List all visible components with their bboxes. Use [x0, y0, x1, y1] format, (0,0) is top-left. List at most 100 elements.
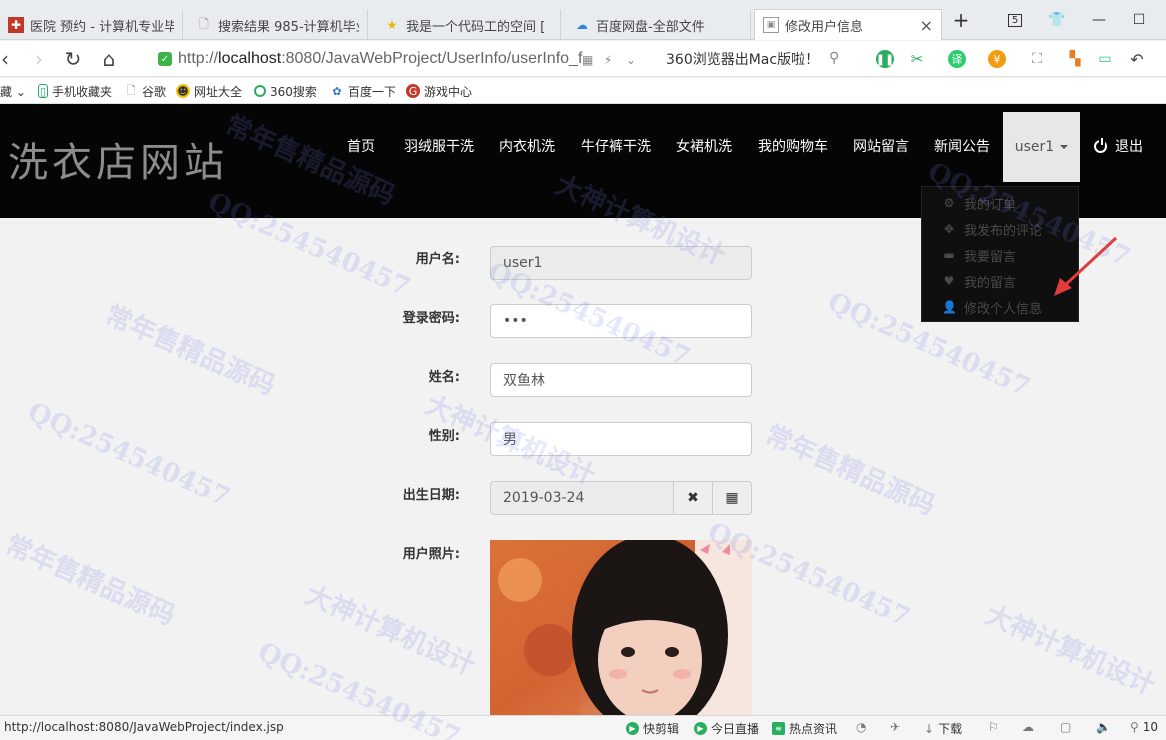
coupon-icon[interactable]: ¥ [988, 50, 1006, 68]
browser-tab-search[interactable]: 🗋 搜索结果 985-计算机毕业 [188, 10, 368, 40]
screenshot-icon[interactable]: ⛶ [1028, 50, 1046, 68]
minimize-icon[interactable]: — [1084, 8, 1114, 32]
bookmark-baidu[interactable]: ✿ 百度一下 [330, 82, 396, 100]
translate-icon[interactable]: 译 [948, 50, 966, 68]
address-bar[interactable]: ✓ http://localhost:8080/JavaWebProject/U… [150, 46, 656, 72]
name-input[interactable] [490, 363, 752, 397]
bookmark-label: 手机收藏夹 [52, 84, 113, 99]
user-menu-toggle[interactable]: user1 [1003, 112, 1080, 182]
photo-field-label: 用户照片: [402, 547, 460, 562]
hospital-favicon-icon: ✚ [8, 17, 24, 33]
home-icon[interactable]: ⌂ [96, 47, 122, 71]
browser-tab-space[interactable]: ★ 我是一个代码工的空间 [ [376, 10, 561, 40]
bookmark-mobile[interactable]: ▯ 手机收藏夹 [38, 82, 112, 100]
window-counter-button[interactable]: 5 [1000, 8, 1030, 32]
undo-close-icon[interactable]: ↶ [1128, 50, 1146, 69]
dropdown-edit-profile[interactable]: 👤 修改个人信息 [942, 297, 1042, 317]
qr-code-icon[interactable]: ▦ [582, 53, 593, 67]
birth-date-input[interactable] [490, 481, 674, 515]
promo-link[interactable]: 360浏览器出Mac版啦！ [666, 49, 819, 69]
flag-icon[interactable]: ⚐ [988, 720, 999, 734]
browser-tab-baidu-pan[interactable]: ☁ 百度网盘-全部文件 [566, 10, 751, 40]
battery-icon[interactable]: ▭ [1096, 50, 1114, 68]
bookmark-label: 游戏中心 [424, 84, 473, 99]
nav-underwear-machine-wash[interactable]: 内衣机洗 [499, 136, 555, 156]
volume-icon[interactable]: 🔈 [1096, 720, 1111, 734]
user-icon: 👤 [942, 300, 957, 314]
status-label: 今日直播 [711, 722, 760, 736]
dropdown-my-orders[interactable]: ⚙ 我的订单 [942, 193, 1016, 213]
logout-label: 退出 [1115, 139, 1143, 155]
lightning-icon[interactable]: ⚡ [604, 53, 612, 67]
download-button[interactable]: ↓ 下载 [924, 720, 962, 737]
birth-date-group: ✖ ▦ [490, 481, 752, 515]
search-icon[interactable]: ⚲ [829, 50, 839, 66]
tab-title: 修改用户信息 [785, 19, 864, 35]
bookmark-web-directory[interactable]: ☻ 网址大全 [176, 82, 242, 100]
nav-shopping-cart[interactable]: 我的购物车 [758, 136, 828, 156]
zoom-control[interactable]: ⚲ 10 [1130, 720, 1158, 734]
site-logo[interactable]: 洗衣店网站 [8, 130, 228, 188]
rocket-icon[interactable]: ✈ [890, 720, 900, 734]
nav-news[interactable]: 新闻公告 [934, 136, 990, 156]
live-today-button[interactable]: ▶ 今日直播 [694, 720, 759, 737]
secure-shield-icon: ✓ [158, 52, 172, 66]
dropdown-my-comments[interactable]: ✥ 我发布的评论 [942, 219, 1042, 239]
nav-guestbook[interactable]: 网站留言 [853, 136, 909, 156]
bookmark-label: 藏 ⌄ [0, 84, 26, 99]
dropdown-label: 我发布的评论 [964, 223, 1043, 239]
new-tab-button[interactable]: + [946, 8, 976, 32]
hot-news-button[interactable]: ≡ 热点资讯 [772, 720, 837, 737]
gender-input[interactable] [490, 422, 752, 456]
tab-title: 百度网盘-全部文件 [596, 19, 705, 35]
nav-jeans-dry-clean[interactable]: 牛仔裤干洗 [581, 136, 651, 156]
nav-home[interactable]: 首页 [347, 136, 375, 156]
browser-tab-strip: ✚ 医院 预约 - 计算机专业毕 🗋 搜索结果 985-计算机毕业 ★ 我是一个… [0, 0, 1166, 40]
user-photo[interactable] [490, 540, 752, 715]
heart-icon: ♥ [943, 274, 955, 288]
tab-title: 搜索结果 985-计算机毕业 [218, 19, 359, 35]
bookmarks-bar: 藏 ⌄ ▯ 手机收藏夹 🗋 谷歌 ☻ 网址大全 360搜索 ✿ 百度一下 G 游… [0, 78, 1166, 104]
scissors-icon[interactable]: ✂ [908, 50, 926, 68]
clear-date-icon[interactable]: ✖ [674, 481, 713, 515]
apps-grid-icon[interactable]: ▚ [1066, 50, 1084, 68]
maximize-icon[interactable]: ☐ [1124, 8, 1154, 32]
game-center-icon: G [406, 84, 420, 98]
nav-skirt-machine-wash[interactable]: 女裙机洗 [676, 136, 732, 156]
logout-button[interactable]: 退出 [1094, 136, 1143, 156]
zoom-level: 10 [1142, 720, 1159, 734]
forward-arrow-icon[interactable]: › [26, 47, 52, 71]
bookmark-label: 谷歌 [142, 84, 167, 99]
browser-tab-hospital[interactable]: ✚ 医院 预约 - 计算机专业毕 [0, 10, 183, 40]
reload-icon[interactable]: ↻ [60, 47, 86, 71]
window-icon[interactable]: ▢ [1060, 720, 1071, 734]
bookmark-google[interactable]: 🗋 谷歌 [124, 82, 166, 100]
gender-field-label: 性别: [428, 429, 460, 444]
calendar-icon[interactable]: ▦ [713, 481, 752, 515]
dropdown-my-messages[interactable]: ♥ 我的留言 [942, 271, 1016, 291]
username-input[interactable] [490, 246, 752, 280]
bookmark-game-center[interactable]: G 游戏中心 [406, 82, 472, 100]
status-label: 快剪辑 [643, 722, 680, 736]
password-input[interactable] [490, 304, 752, 338]
nav-down-jacket-dry-clean[interactable]: 羽绒服干洗 [404, 136, 474, 156]
cloud-icon[interactable]: ☁ [1022, 720, 1034, 734]
bookmark-360-search[interactable]: 360搜索 [254, 82, 317, 100]
url-path: :8080/JavaWebProject/UserInfo/userInfo_f [281, 50, 583, 67]
dropdown-leave-message[interactable]: ▬ 我要留言 [942, 245, 1016, 265]
username-field-label: 用户名: [415, 252, 460, 267]
extension-reader-icon[interactable]: ❚❚ [876, 50, 894, 68]
close-tab-icon[interactable]: × [920, 16, 933, 35]
bookmark-menu[interactable]: 藏 ⌄ [0, 82, 26, 100]
back-arrow-icon[interactable]: ‹ [0, 47, 18, 71]
browser-status-bar: http://localhost:8080/JavaWebProject/ind… [0, 715, 1166, 740]
skin-shirt-icon[interactable]: 👕 [1042, 8, 1072, 32]
baidu-pan-icon: ☁ [576, 18, 588, 32]
baidu-paw-icon: ✿ [332, 84, 342, 98]
gear-icon: ⚙ [943, 196, 955, 210]
page-image-icon: ▣ [763, 17, 779, 33]
browser-tab-edit-user[interactable]: ▣ 修改用户信息 × [754, 9, 942, 40]
chevron-down-icon[interactable]: ⌄ [626, 53, 636, 67]
quick-clip-button[interactable]: ▶ 快剪辑 [626, 720, 679, 737]
speedometer-icon[interactable]: ◔ [856, 720, 866, 734]
